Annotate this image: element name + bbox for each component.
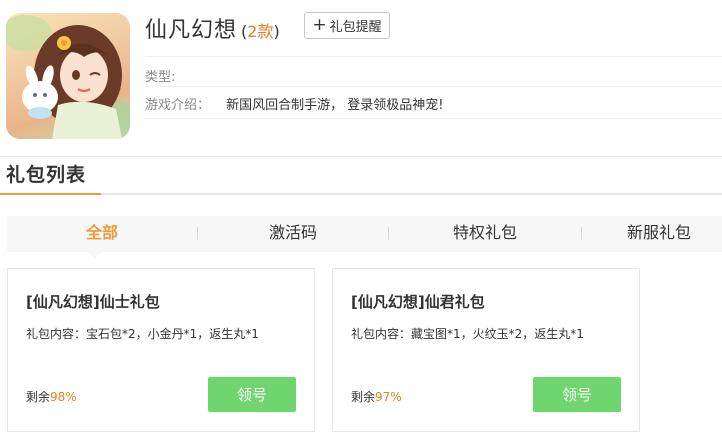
gift-card: [仙凡幻想]仙士礼包 礼包内容：宝石包*2，小金丹*1，返生丸*1 剩余98% … (7, 268, 315, 432)
plus-icon: + (312, 15, 327, 35)
gift-remaining: 剩余97% (351, 390, 402, 404)
section-title: 礼包列表 (6, 164, 87, 186)
gift-count: (2款) (241, 22, 280, 41)
claim-button[interactable]: 领号 (208, 377, 296, 412)
game-title: 仙凡幻想 (2款) (145, 12, 280, 43)
gift-title[interactable]: [仙凡幻想]仙士礼包 (26, 291, 160, 312)
gift-remaining: 剩余98% (26, 390, 77, 404)
gift-count-number: 2款 (247, 22, 274, 41)
game-cover-image[interactable] (6, 13, 130, 139)
gift-title[interactable]: [仙凡幻想]仙君礼包 (351, 291, 485, 312)
gift-remind-label: 礼包提醒 (329, 20, 382, 35)
gift-remind-button[interactable]: + 礼包提醒 (304, 12, 390, 39)
active-tab-arrow (88, 252, 102, 259)
section-divider (0, 193, 722, 195)
game-intro-label: 游戏介绍： (145, 98, 211, 113)
gift-remaining-percent: 97% (375, 390, 402, 404)
header-divider (145, 118, 722, 119)
game-intro-text: 新国风回合制手游， 登录领极品神宠! (226, 98, 444, 113)
gift-card: [仙凡幻想]仙君礼包 礼包内容：藏宝图*1，火纹玉*2，返生丸*1 剩余97% … (332, 268, 640, 432)
gift-content: 礼包内容：宝石包*2，小金丹*1，返生丸*1 (26, 327, 259, 341)
game-cover-art (6, 15, 130, 139)
gift-type-tabs: 全部 激活码 特权礼包 新服礼包 (7, 216, 722, 252)
game-name: 仙凡幻想 (145, 18, 238, 43)
section-top-divider (0, 156, 722, 157)
section-accent-bar (0, 193, 101, 195)
tab-separator (581, 227, 582, 240)
header-divider (145, 56, 722, 57)
game-intro: 游戏介绍： 新国风回合制手游， 登录领极品神宠! (145, 94, 444, 113)
gift-remaining-percent: 98% (50, 390, 77, 404)
gift-content: 礼包内容：藏宝图*1，火纹玉*2，返生丸*1 (351, 327, 584, 341)
tab-activation-code[interactable]: 激活码 (198, 216, 388, 252)
tab-privilege-gift[interactable]: 特权礼包 (389, 216, 581, 252)
tab-new-server-gift[interactable]: 新服礼包 (627, 216, 722, 252)
header-divider (145, 86, 722, 87)
game-type-label: 类型: (145, 70, 176, 85)
tab-all[interactable]: 全部 (7, 216, 197, 252)
claim-button[interactable]: 领号 (533, 377, 621, 412)
